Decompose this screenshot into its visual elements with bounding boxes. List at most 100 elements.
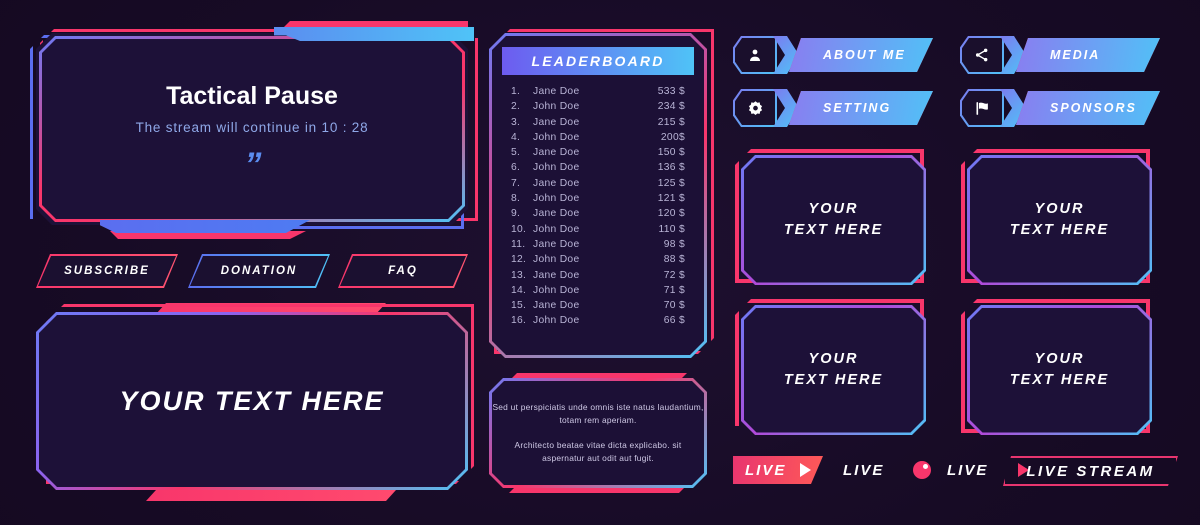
sponsors-label-plate: SPONSORS: [1016, 91, 1160, 125]
live-badge-filled[interactable]: LIVE: [733, 456, 823, 484]
sponsors-button[interactable]: SPONSORS: [960, 89, 1160, 127]
leaderboard-amount: 215 $: [657, 116, 685, 128]
leaderboard-name: John Doe: [533, 193, 580, 205]
sponsors-label: SPONSORS: [1050, 101, 1137, 115]
subscribe-button[interactable]: SUBSCRIBE: [36, 254, 178, 288]
leaderboard-header: LEADERBOARD: [502, 47, 694, 75]
leaderboard-rank: 9.: [511, 208, 521, 220]
leaderboard-amount: 136 $: [657, 162, 685, 174]
leaderboard-name: Jane Doe: [533, 238, 580, 250]
leaderboard-row: 15. Jane Doe 70 $: [511, 300, 685, 315]
leaderboard-row: 13. Jane Doe 72 $: [511, 270, 685, 285]
leaderboard-name: Jane Doe: [533, 208, 580, 220]
leaderboard-rank: 10.: [511, 223, 527, 235]
leaderboard-name: Jane Doe: [533, 147, 580, 159]
donation-button[interactable]: DONATION: [188, 254, 330, 288]
media-label-plate: MEDIA: [1016, 38, 1160, 72]
flag-icon: [960, 89, 1004, 127]
countdown-text: The stream will continue in 10 : 28: [135, 120, 369, 136]
description-paragraph-1: Sed ut perspiciatis unde omnis iste natu…: [492, 402, 704, 426]
panel-surface: YOUR TEXT HERE: [39, 315, 465, 487]
leaderboard-row: 5. Jane Doe 150 $: [511, 147, 685, 162]
leaderboard-name: Jane Doe: [533, 116, 580, 128]
leaderboard-panel: LEADERBOARD 1. Jane Doe 533 $ 2. John Doe 234…: [489, 33, 707, 358]
panel-bottom-accent-pink: [146, 490, 396, 501]
text-frame-2-label: YOUR TEXT HERE: [1009, 201, 1110, 238]
panel-surface: LEADERBOARD 1. Jane Doe 533 $ 2. John Doe 234…: [492, 36, 704, 355]
panel-surface: Sed ut perspiciatis unde omnis iste natu…: [492, 381, 704, 485]
leaderboard-name: John Doe: [533, 162, 580, 174]
overlay-kit-canvas: Tactical Pause The stream will continue …: [0, 0, 1200, 525]
panel-border: Tactical Pause The stream will continue …: [36, 33, 468, 225]
text-frame-1-label: YOUR TEXT HERE: [783, 201, 884, 238]
frame-surface: YOUR TEXT HERE: [970, 308, 1150, 433]
about-me-label: ABOUT ME: [823, 48, 906, 62]
live-stream-badge[interactable]: LIVE STREAM: [1003, 456, 1178, 486]
leaderboard-row: 2. John Doe 234 $: [511, 101, 685, 116]
large-text-panel: YOUR TEXT HERE: [36, 312, 468, 490]
subscribe-button-label: SUBSCRIBE: [64, 265, 150, 277]
media-label: MEDIA: [1050, 48, 1101, 62]
leaderboard-row: 12. John Doe 88 $: [511, 254, 685, 269]
leaderboard-name: Jane Doe: [533, 177, 580, 189]
frame-border: YOUR TEXT HERE: [967, 305, 1152, 435]
leaderboard-amount: 150 $: [657, 147, 685, 159]
leaderboard-amount: 88 $: [663, 254, 685, 266]
panel-surface: Tactical Pause The stream will continue …: [42, 39, 462, 219]
description-paragraph-2: Architecto beatae vitae dicta explicabo.…: [514, 439, 682, 463]
leaderboard-row: 9. Jane Doe 120 $: [511, 208, 685, 223]
leaderboard-row: 11. Jane Doe 98 $: [511, 239, 685, 254]
leaderboard-rank: 6.: [511, 162, 521, 174]
live-badge-dot[interactable]: LIVE: [843, 456, 931, 484]
frame-border: YOUR TEXT HERE: [741, 305, 926, 435]
setting-button[interactable]: SETTING: [733, 89, 933, 127]
media-button[interactable]: MEDIA: [960, 36, 1160, 74]
leaderboard-row: 4. John Doe 200$: [511, 132, 685, 147]
leaderboard-amount: 71 $: [663, 284, 685, 296]
frame-surface: YOUR TEXT HERE: [970, 158, 1150, 283]
leaderboard-name: Jane Doe: [533, 86, 580, 97]
leaderboard-rank: 13.: [511, 269, 527, 281]
leaderboard-rank: 2.: [511, 101, 521, 113]
live-stream-badge-label: LIVE STREAM: [1026, 462, 1155, 480]
action-button-row: SUBSCRIBE DONATION FAQ: [36, 254, 468, 288]
tactical-pause-panel: Tactical Pause The stream will continue …: [36, 21, 468, 239]
leaderboard-rank: 4.: [511, 131, 521, 143]
description-panel: Sed ut perspiciatis unde omnis iste natu…: [489, 378, 707, 488]
leaderboard-amount: 66 $: [663, 315, 685, 327]
frame-surface: YOUR TEXT HERE: [744, 308, 924, 433]
leaderboard-row: 7. Jane Doe 125 $: [511, 178, 685, 193]
leaderboard-name: John Doe: [533, 254, 580, 266]
leaderboard-row: 6. John Doe 136 $: [511, 162, 685, 177]
panel-bottom-accent-blue: [100, 220, 310, 233]
leaderboard-row: 14. John Doe 71 $: [511, 285, 685, 300]
frame-border: YOUR TEXT HERE: [741, 155, 926, 285]
about-me-label-plate: ABOUT ME: [789, 38, 933, 72]
setting-label: SETTING: [823, 101, 892, 115]
page-title: Tactical Pause: [166, 82, 338, 111]
setting-label-plate: SETTING: [789, 91, 933, 125]
share-icon: [960, 36, 1004, 74]
leaderboard-rank: 3.: [511, 116, 521, 128]
faq-button-label: FAQ: [388, 265, 418, 277]
leaderboard-amount: 120 $: [657, 208, 685, 220]
leaderboard-rank: 12.: [511, 254, 527, 266]
leaderboard-row: 1. Jane Doe 533 $: [511, 86, 685, 101]
leaderboard-name: Jane Doe: [533, 300, 580, 312]
text-frame-4-label: YOUR TEXT HERE: [1009, 351, 1110, 388]
panel-border: Sed ut perspiciatis unde omnis iste natu…: [489, 378, 707, 488]
leaderboard-amount: 72 $: [663, 269, 685, 281]
text-frame-2: YOUR TEXT HERE: [967, 155, 1152, 285]
leaderboard-rank: 16.: [511, 315, 527, 327]
live-badge-triangle-label: LIVE: [947, 461, 989, 479]
play-triangle-icon: [800, 463, 811, 477]
faq-button[interactable]: FAQ: [338, 254, 468, 288]
leaderboard-row: 16. John Doe 66 $: [511, 315, 685, 330]
leaderboard-rank: 11.: [511, 238, 526, 250]
record-dot-icon: [913, 461, 931, 479]
leaderboard-row: 3. Jane Doe 215 $: [511, 117, 685, 132]
about-me-button[interactable]: ABOUT ME: [733, 36, 933, 74]
text-frame-4: YOUR TEXT HERE: [967, 305, 1152, 435]
leaderboard-row: 8. John Doe 121 $: [511, 193, 685, 208]
leaderboard-rank: 15.: [511, 300, 527, 312]
